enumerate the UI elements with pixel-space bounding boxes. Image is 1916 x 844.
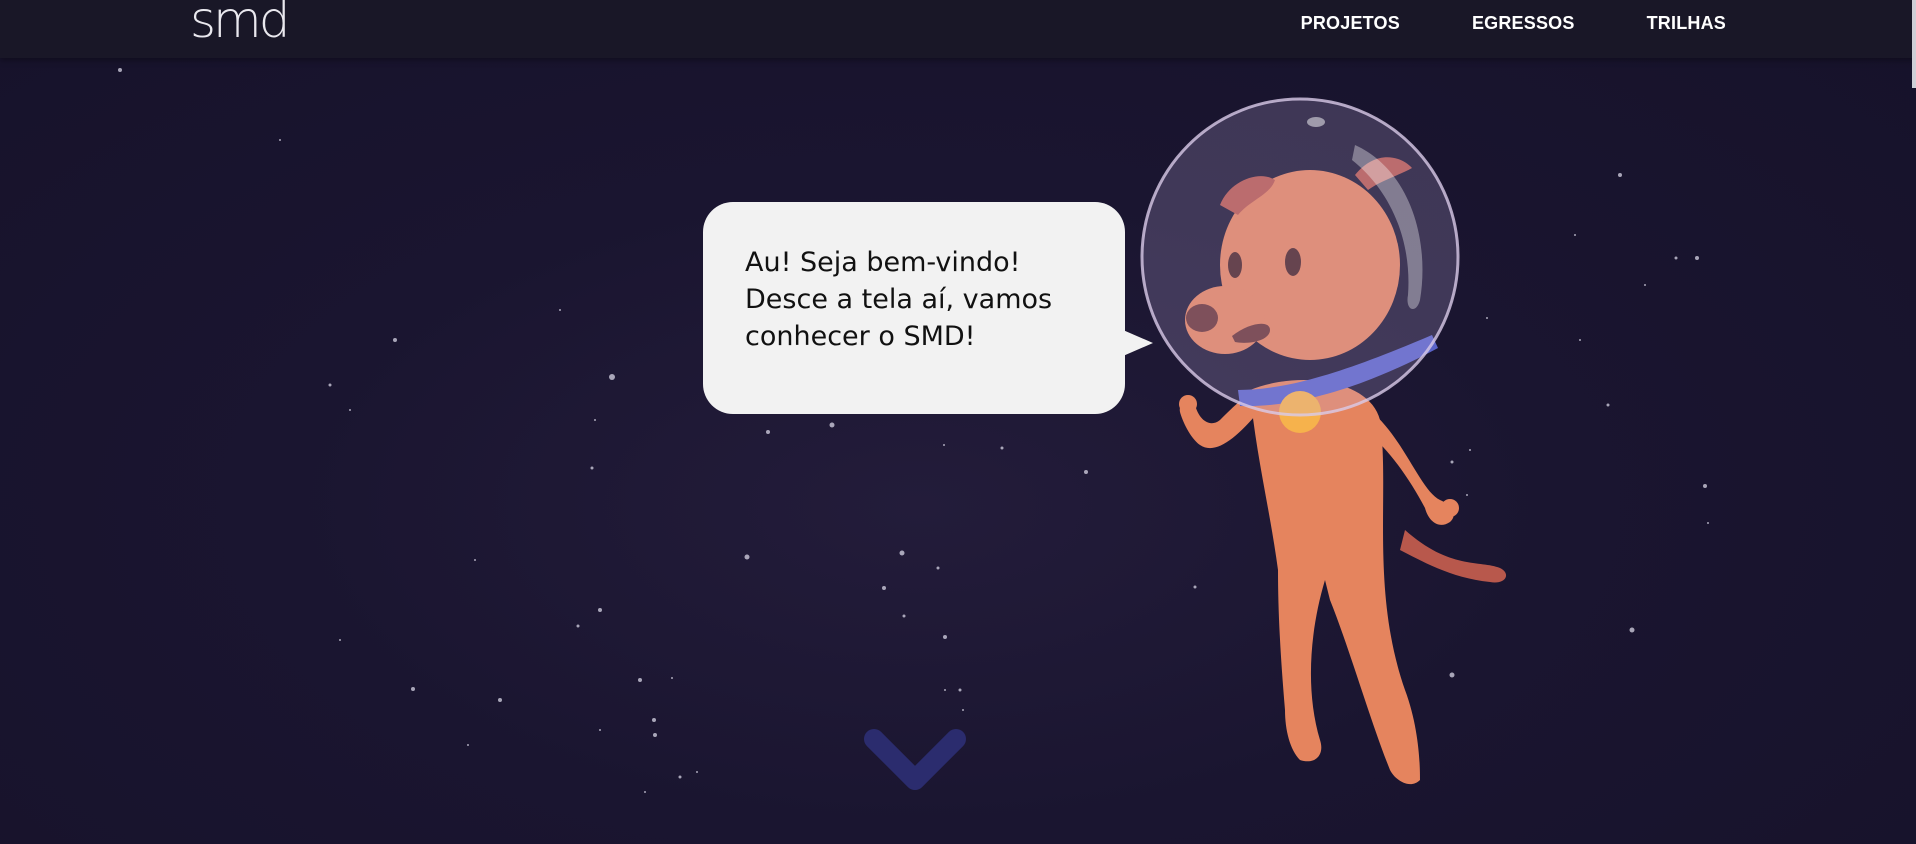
smd-logo[interactable]: smd bbox=[190, 0, 290, 46]
speech-bubble-text: Au! Seja bem-vindo! Desce a tela aí, vam… bbox=[745, 247, 1053, 352]
speech-bubble: Au! Seja bem-vindo! Desce a tela aí, vam… bbox=[703, 202, 1153, 414]
astronaut-dog-illustration bbox=[1140, 97, 1507, 785]
chevron-down-icon[interactable] bbox=[860, 725, 970, 795]
page-scrollbar[interactable] bbox=[1912, 0, 1916, 88]
nav-link-egressos[interactable]: EGRESSOS bbox=[1472, 13, 1575, 34]
nav-link-projetos[interactable]: PROJETOS bbox=[1301, 13, 1400, 34]
top-navbar: smd PROJETOS EGRESSOS TRILHAS bbox=[0, 0, 1916, 58]
starfield-background bbox=[118, 68, 1709, 793]
nav-link-trilhas[interactable]: TRILHAS bbox=[1647, 13, 1726, 34]
main-nav: PROJETOS EGRESSOS TRILHAS bbox=[1301, 13, 1726, 34]
